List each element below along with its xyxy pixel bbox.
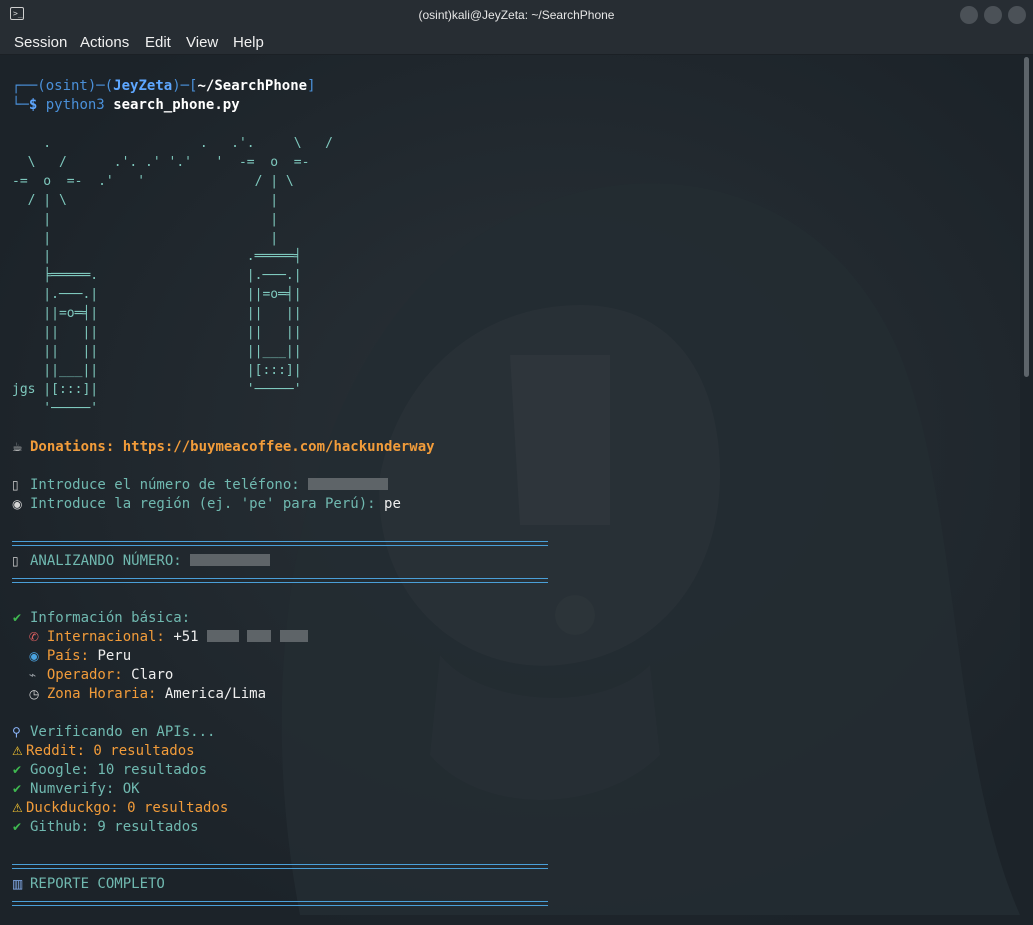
minimize-button[interactable] [960,6,978,24]
timezone-line: ◷ Zona Horaria: America/Lima [12,685,266,704]
terminal-window: >_ (osint)kali@JeyZeta: ~/SearchPhone Se… [0,0,1033,925]
analyzing-line: ▯ ANALIZANDO NÚMERO: [12,552,271,571]
prompt-line-1: ┌──(osint)─(JeyZeta)─[~/SearchPhone] [12,78,316,94]
country-line: ◉ País: Peru [12,647,131,666]
donations-link[interactable]: https://buymeacoffee.com/hackunderway [123,439,435,455]
basic-info-heading: Información básica: [30,610,191,626]
api-result-numverify: ✔ Numverify: OK [12,780,140,799]
clock-icon: ◷ [28,687,40,701]
check-icon: ✔ [12,611,23,625]
bar-chart-icon: ▥ [12,877,24,891]
region-input-line: ◉ Introduce la región (ej. 'pe' para Perú… [12,495,401,514]
report-line: ▥ REPORTE COMPLETO [12,875,165,894]
close-button[interactable] [1008,6,1026,24]
mobile-phone-icon: ▯ [12,554,19,568]
prompt-line-2: └─$ python3 search_phone.py [12,97,240,113]
title-bar[interactable]: >_ (osint)kali@JeyZeta: ~/SearchPhone [0,0,1033,30]
prompt-cwd: ~/SearchPhone [197,78,308,94]
maximize-button[interactable] [984,6,1002,24]
api-check-heading-line: ⚲ Verificando en APIs... [12,723,215,742]
window-title: (osint)kali@JeyZeta: ~/SearchPhone [418,8,615,22]
api-result-duckduckgo: ⚠ Duckduckgo: 0 resultados [12,799,228,818]
telephone-icon: ✆ [28,630,39,644]
api-result-google: ✔ Google: 10 resultados [12,761,207,780]
api-result-github: ✔ Github: 9 resultados [12,818,199,837]
international-label: Internacional: [46,629,165,645]
warning-icon: ⚠ [12,801,23,815]
region-value: pe [384,496,401,512]
redacted-phone [308,478,389,490]
separator-rule [12,578,548,583]
country-label: País: [46,648,90,664]
operator-line: ⌁ Operador: Claro [12,666,173,685]
region-prompt: Introduce la región (ej. 'pe' para Perú)… [30,496,376,512]
terminal-output[interactable]: ┌──(osint)─(JeyZeta)─[~/SearchPhone] └─$… [0,55,1020,925]
separator-rule [12,901,548,906]
api-result-text: Duckduckgo: 0 resultados [26,800,229,816]
separator-rule [12,864,548,869]
menu-edit[interactable]: Edit [145,34,171,51]
command-bin: python3 [45,97,105,113]
api-result-reddit: ⚠ Reddit: 0 resultados [12,742,195,761]
menu-help[interactable]: Help [233,34,264,51]
report-label: REPORTE COMPLETO [30,876,165,892]
prompt-env: osint [45,78,88,94]
redacted-digits [279,630,308,642]
phone-prompt: Introduce el número de teléfono: [30,477,300,493]
api-result-text: Numverify: OK [30,781,140,797]
phone-input-line: ▯ Introduce el número de teléfono: [12,476,389,495]
operator-label: Operador: [46,667,123,683]
api-result-text: Google: 10 resultados [30,762,208,778]
donations-label: Donations: [30,439,115,455]
scrollbar-thumb[interactable] [1024,57,1029,377]
check-icon: ✔ [12,820,23,834]
api-result-text: Reddit: 0 resultados [26,743,195,759]
basic-info-heading-line: ✔ Información básica: [12,609,190,628]
check-icon: ✔ [12,763,23,777]
prompt-user-host: JeyZeta [113,78,173,94]
command-arg: search_phone.py [113,97,240,113]
timezone-value: America/Lima [164,686,267,702]
menu-session[interactable]: Session [14,34,67,51]
globe-icon: ◉ [28,649,40,663]
globe-icon: ◉ [12,497,23,511]
ascii-art-banner: . . .'. \ / \ / .'. .' '.' ' -= o =- -= … [12,136,333,416]
redacted-phone [190,554,271,566]
separator-rule [12,541,548,546]
country-value: Peru [97,648,132,664]
redacted-digits [247,630,272,642]
analyzing-label: ANALIZANDO NÚMERO: [30,553,182,569]
mobile-phone-icon: ▯ [12,478,19,492]
redacted-digits [207,630,240,642]
api-check-heading: Verificando en APIs... [30,724,216,740]
international-line: ✆ Internacional: +51 [12,628,308,647]
magnifier-icon: ⚲ [12,725,21,739]
menu-view[interactable]: View [186,34,218,51]
warning-icon: ⚠ [12,744,23,758]
menu-bar: Session Actions Edit View Help [0,30,1033,55]
vertical-scrollbar[interactable] [1020,55,1033,925]
menu-actions[interactable]: Actions [80,34,129,51]
operator-value: Claro [131,667,174,683]
donations-line: ☕ Donations: https://buymeacoffee.com/hac… [12,438,435,457]
coffee-icon: ☕ [12,440,23,454]
check-icon: ✔ [12,782,23,796]
timezone-label: Zona Horaria: [46,686,157,702]
api-result-text: Github: 9 resultados [30,819,199,835]
satellite-icon: ⌁ [28,668,37,682]
international-prefix: +51 [173,629,199,645]
